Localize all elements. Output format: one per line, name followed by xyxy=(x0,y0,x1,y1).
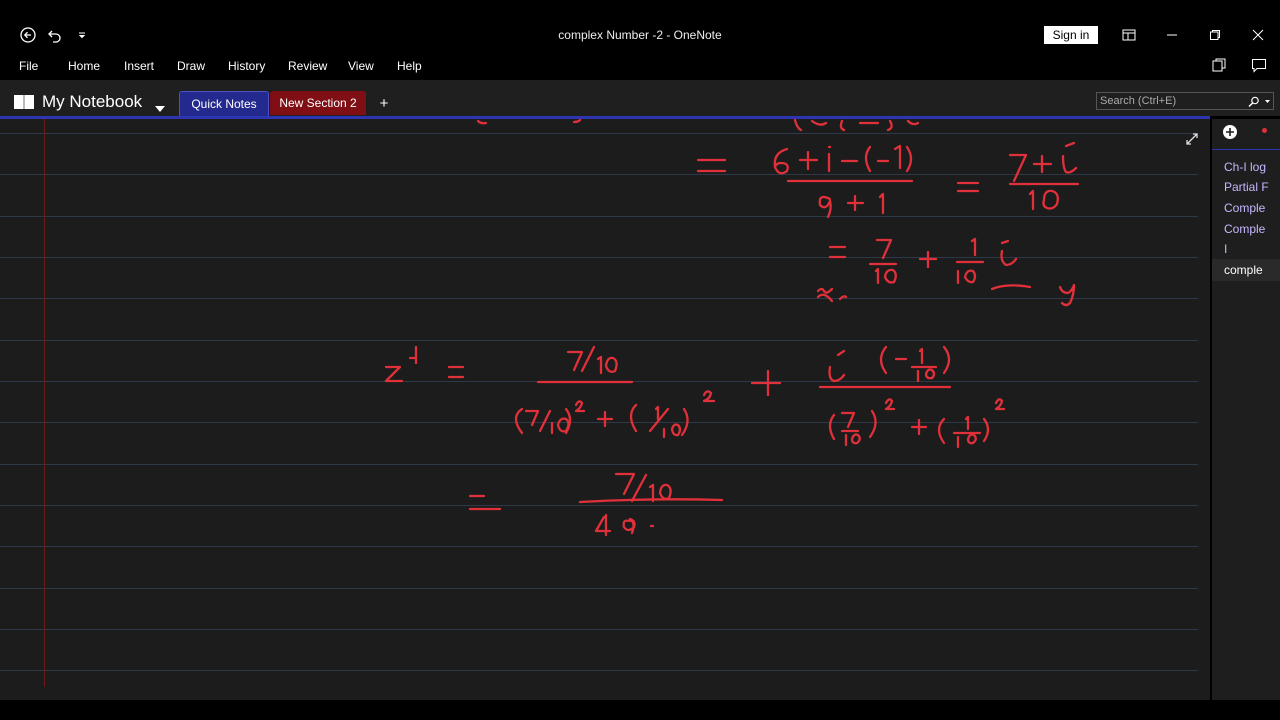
menu-help[interactable]: Help xyxy=(397,59,422,73)
add-section-button[interactable]: + xyxy=(374,91,394,115)
page-item[interactable]: I xyxy=(1224,242,1280,256)
menu-insert[interactable]: Insert xyxy=(124,59,154,73)
minimize-icon[interactable] xyxy=(1162,20,1182,50)
page-item[interactable]: Partial F xyxy=(1224,180,1280,194)
menu-review[interactable]: Review xyxy=(288,59,327,73)
menu-home[interactable]: Home xyxy=(68,59,100,73)
tab-new-section-2[interactable]: New Section 2 xyxy=(270,91,366,115)
title-bar: complex Number -2 - OneNote Sign in xyxy=(0,20,1280,50)
comments-icon[interactable] xyxy=(1248,50,1270,80)
sign-in-button[interactable]: Sign in xyxy=(1044,26,1098,44)
menu-view[interactable]: View xyxy=(348,59,374,73)
page-item[interactable]: Comple xyxy=(1224,201,1280,215)
page-item-active[interactable]: comple xyxy=(1224,263,1280,277)
notebook-bar: My Notebook Quick Notes New Section 2 + … xyxy=(0,80,1280,116)
restore-icon[interactable] xyxy=(1205,20,1225,50)
page-item[interactable]: Comple xyxy=(1224,222,1280,236)
menu-bar: File Home Insert Draw History Review Vie… xyxy=(0,50,1280,80)
pages-divider xyxy=(1212,149,1280,150)
add-page-icon[interactable] xyxy=(1222,124,1238,145)
close-icon[interactable] xyxy=(1248,20,1268,50)
page-item[interactable]: Ch-I log xyxy=(1224,160,1280,174)
ribbon-display-options-icon[interactable] xyxy=(1120,20,1138,50)
share-icon[interactable] xyxy=(1208,50,1230,80)
handwritten-ink xyxy=(384,119,1080,537)
menu-draw[interactable]: Draw xyxy=(177,59,205,73)
notebook-icon xyxy=(13,93,35,116)
notebook-name[interactable]: My Notebook xyxy=(42,92,142,112)
notebook-dropdown-icon[interactable] xyxy=(155,99,165,117)
page-sort-icon[interactable] xyxy=(1262,128,1267,133)
menu-history[interactable]: History xyxy=(228,59,265,73)
pages-panel: Ch-I log Partial F Comple Comple I compl… xyxy=(1212,119,1280,700)
tab-quick-notes[interactable]: Quick Notes xyxy=(179,91,269,116)
search-icon[interactable] xyxy=(1247,95,1271,113)
note-canvas[interactable] xyxy=(0,119,1210,700)
menu-file[interactable]: File xyxy=(19,59,38,73)
bottom-bar xyxy=(0,700,1280,720)
